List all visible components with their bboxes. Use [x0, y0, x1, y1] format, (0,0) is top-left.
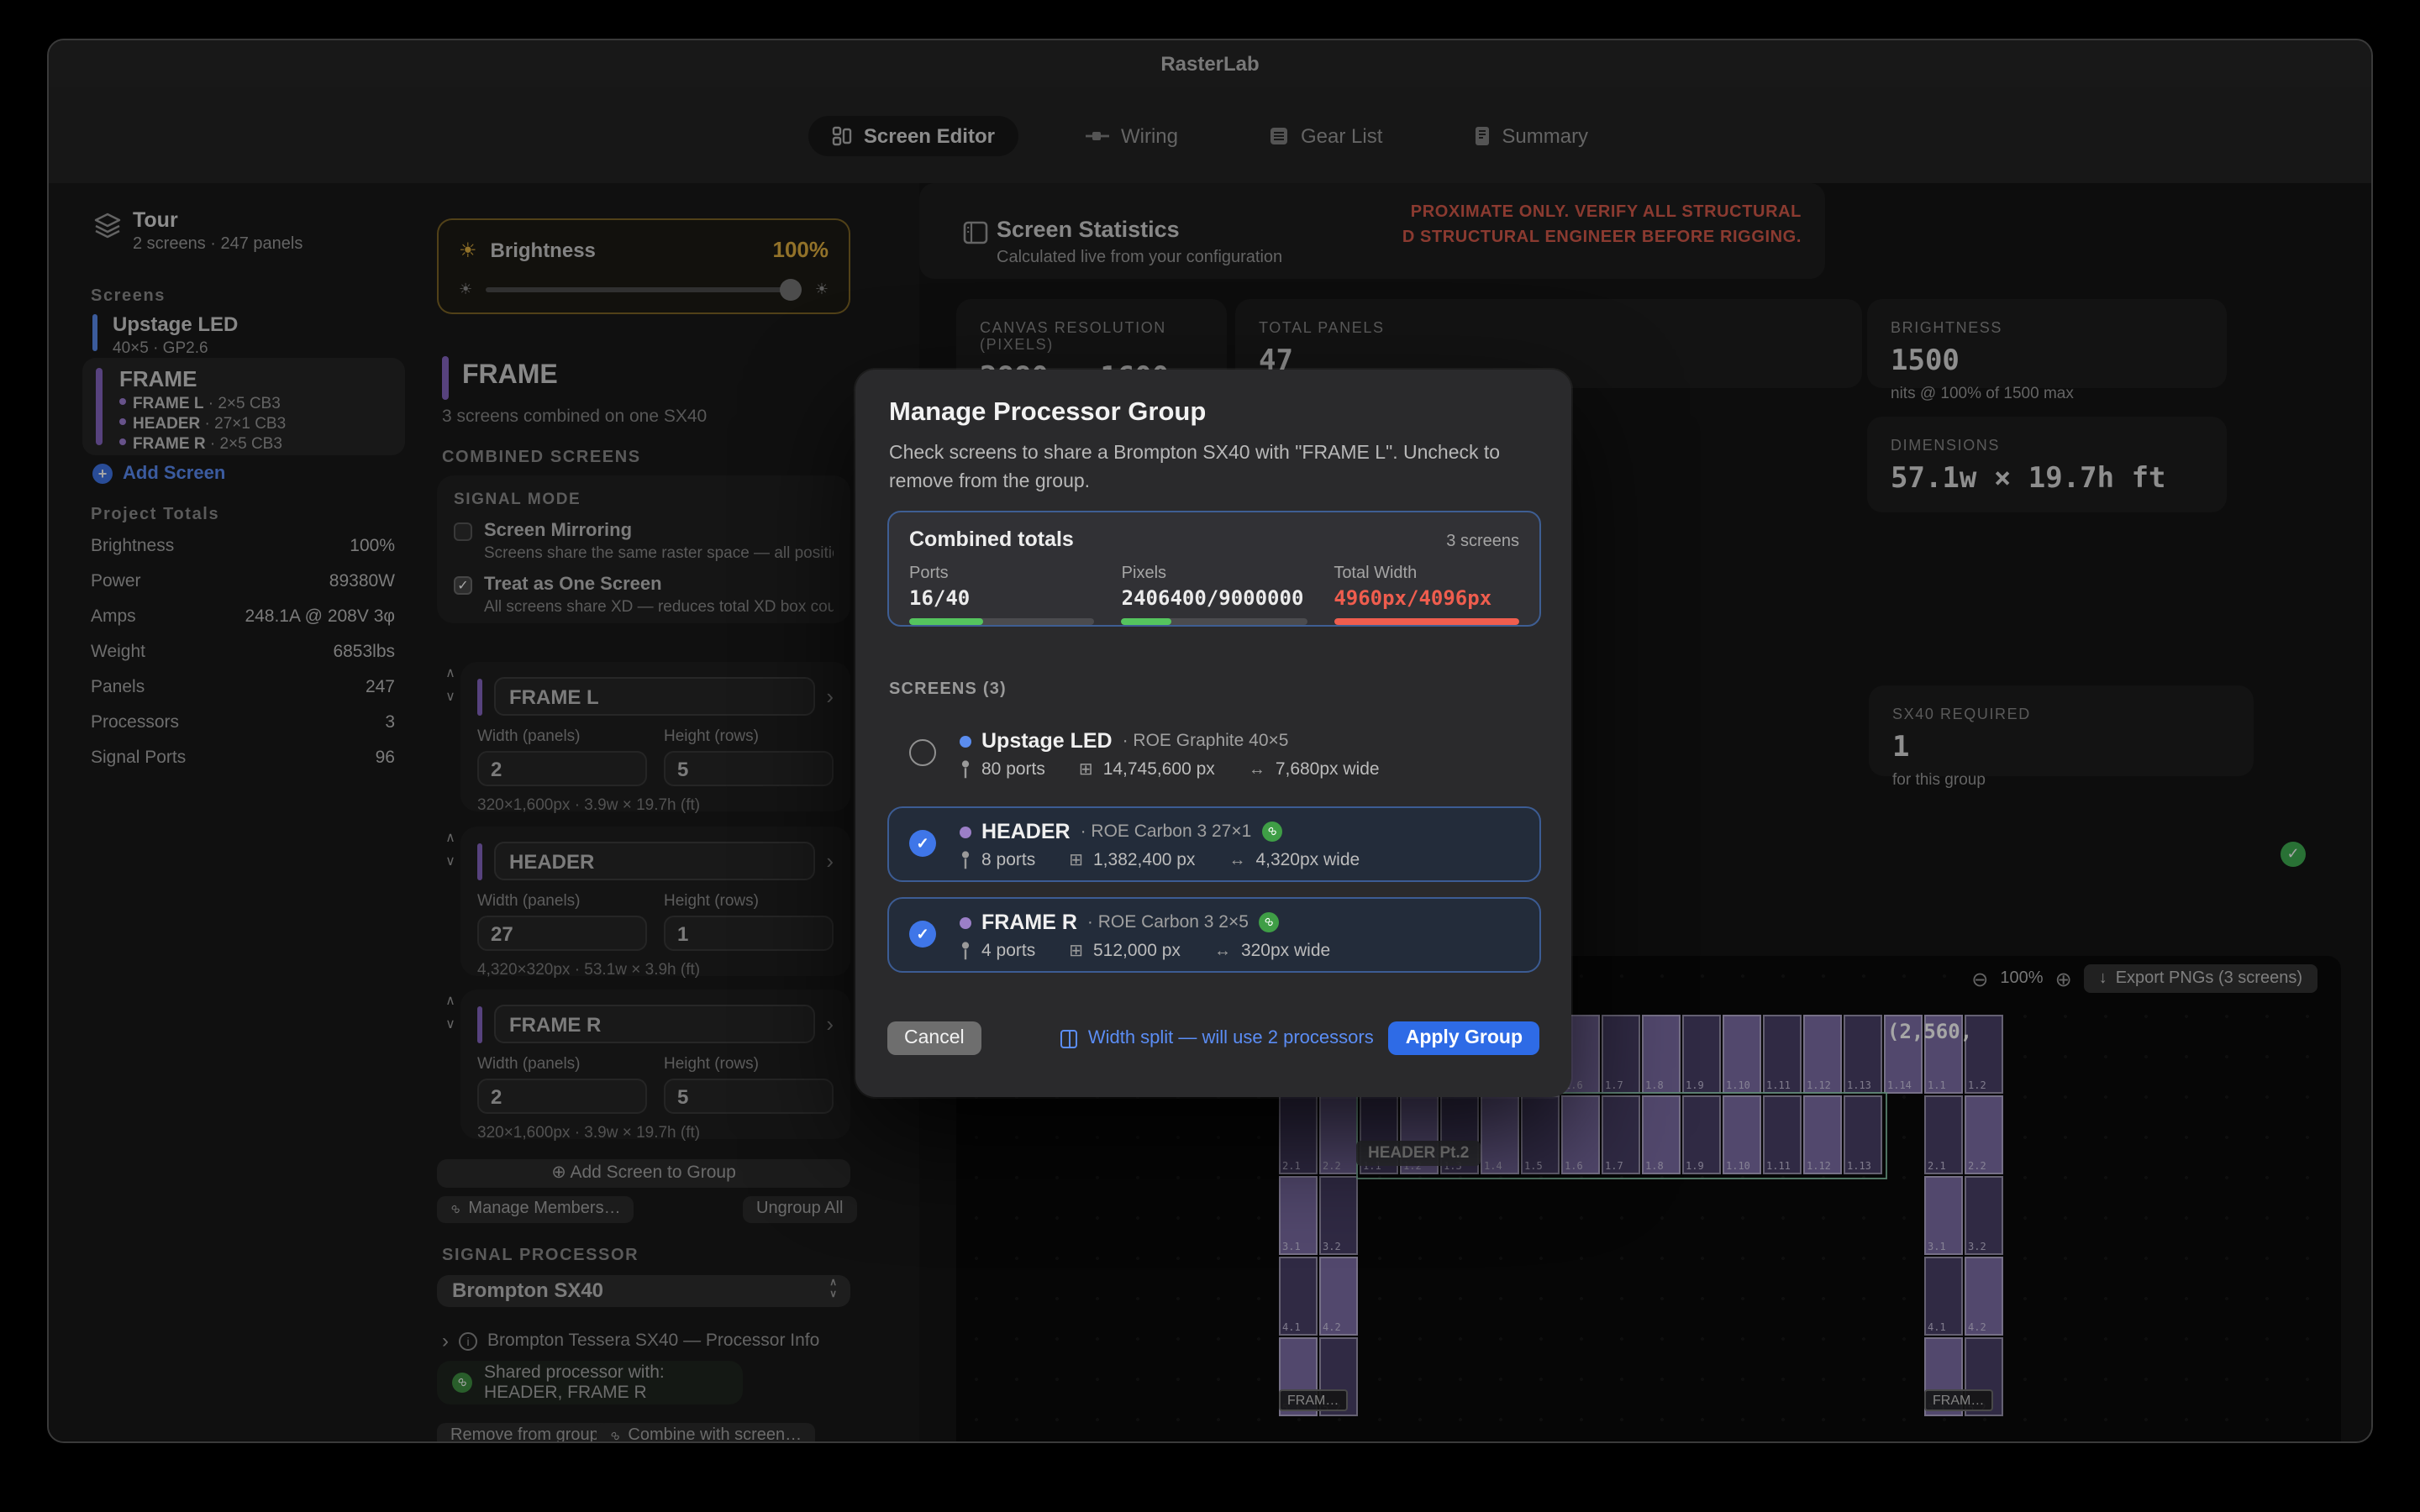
- screen-color-dot: [960, 826, 971, 837]
- manage-processor-group-modal: Manage Processor Group Check screens to …: [855, 370, 1571, 1097]
- linked-icon: ∞: [1259, 912, 1279, 932]
- port-icon: [960, 759, 971, 780]
- screens-list-label: SCREENS (3): [889, 680, 1007, 699]
- metric-ports: Ports 16/40: [909, 564, 1095, 625]
- screen-row-frame-r[interactable]: ✓ FRAME R · ROE Carbon 3 2×5 ∞ 4 ports ⊞…: [887, 897, 1541, 973]
- combined-totals-title: Combined totals: [909, 528, 1074, 551]
- apply-group-button[interactable]: Apply Group: [1389, 1021, 1539, 1055]
- linked-icon: ∞: [1261, 822, 1281, 842]
- checkbox-checked-icon[interactable]: ✓: [909, 830, 936, 857]
- screen-count-badge: 3 screens: [1446, 533, 1519, 551]
- screen-row-upstage-led[interactable]: Upstage LED · ROE Graphite 40×5 80 ports…: [887, 716, 1541, 791]
- checkbox-unchecked-icon[interactable]: [909, 739, 936, 766]
- port-icon: [960, 850, 971, 870]
- screen-root: RasterLab Screen Editor Wiring Gear List…: [0, 0, 2420, 1512]
- metric-pixels: Pixels 2406400/9000000: [1122, 564, 1307, 625]
- modal-description: Check screens to share a Brompton SX40 w…: [889, 440, 1541, 498]
- pixel-grid-icon: ⊞: [1069, 942, 1083, 960]
- width-arrow-icon: ↔: [1214, 942, 1231, 960]
- split-icon: [1061, 1029, 1078, 1047]
- width-arrow-icon: ↔: [1228, 851, 1245, 869]
- screen-color-dot: [960, 916, 971, 928]
- cancel-button[interactable]: Cancel: [887, 1021, 981, 1055]
- pixel-grid-icon: ⊞: [1069, 851, 1083, 869]
- checkbox-checked-icon[interactable]: ✓: [909, 921, 936, 948]
- screen-color-dot: [960, 735, 971, 747]
- width-arrow-icon: ↔: [1249, 760, 1265, 779]
- width-split-note: Width split — will use 2 processors: [1061, 1028, 1374, 1048]
- combined-totals-box: Combined totals 3 screens Ports 16/40 Pi…: [887, 511, 1541, 627]
- pixel-grid-icon: ⊞: [1079, 760, 1093, 779]
- modal-title: Manage Processor Group: [889, 398, 1206, 428]
- port-icon: [960, 941, 971, 961]
- metric-total-width: Total Width 4960px/4096px: [1334, 564, 1519, 625]
- screen-row-header[interactable]: ✓ HEADER · ROE Carbon 3 27×1 ∞ 8 ports ⊞…: [887, 806, 1541, 882]
- app-window: RasterLab Screen Editor Wiring Gear List…: [47, 39, 2373, 1443]
